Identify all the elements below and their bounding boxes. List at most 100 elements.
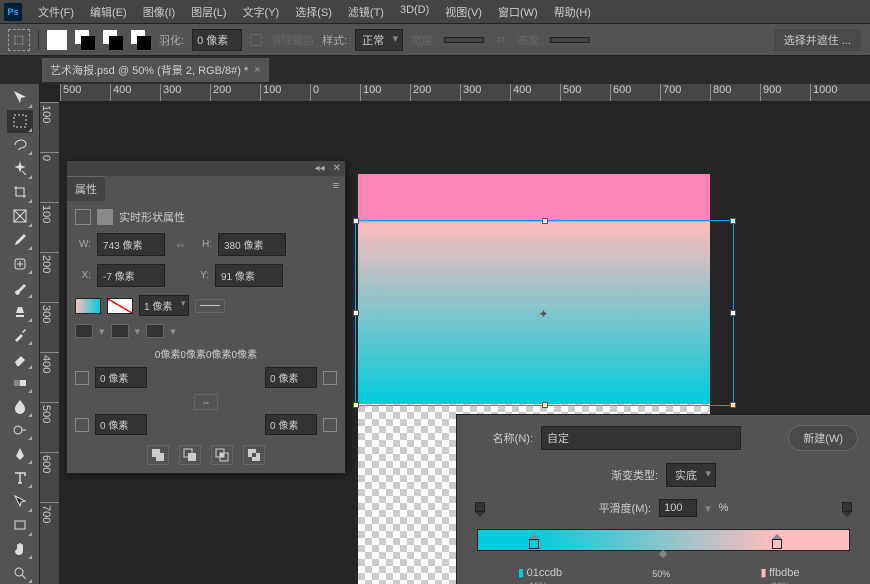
menu-bar: Ps 文件(F)编辑(E)图像(I)图层(L)文字(Y)选择(S)滤镜(T)3D…	[0, 0, 870, 24]
pen-tool[interactable]	[7, 442, 33, 465]
corner-br-icon[interactable]	[323, 418, 337, 432]
new-button[interactable]: 新建(W)	[788, 425, 858, 451]
corner-tr-icon[interactable]	[323, 371, 337, 385]
menu-图层[interactable]: 图层(L)	[183, 1, 234, 23]
close-panel-icon[interactable]: ✕	[333, 163, 341, 174]
midpoint-diamond[interactable]	[659, 550, 667, 558]
corner-tl-icon[interactable]	[75, 371, 89, 385]
stroke-style-select[interactable]	[195, 299, 225, 313]
smoothness-input[interactable]: 100	[659, 499, 697, 517]
history-brush-tool[interactable]	[7, 324, 33, 347]
corner-bl-icon[interactable]	[75, 418, 89, 432]
opacity-stop-left[interactable]	[475, 517, 485, 531]
marquee-tool[interactable]	[7, 110, 33, 133]
midpoint-percent: 50%	[652, 569, 670, 579]
pathop-subtract-icon[interactable]	[179, 445, 201, 465]
x-field[interactable]: -7 像素	[97, 264, 165, 287]
pathop-intersect-icon[interactable]	[211, 445, 233, 465]
corner-bl-field[interactable]: 0 像素	[95, 414, 147, 435]
menu-窗口[interactable]: 窗口(W)	[490, 1, 546, 23]
tool-preset-icon[interactable]: ⬚	[8, 29, 30, 51]
fill-swatch[interactable]	[75, 298, 101, 314]
menu-帮助[interactable]: 帮助(H)	[546, 1, 599, 23]
collapse-panel-icon[interactable]: ◂◂	[315, 163, 325, 174]
handle-mid-left[interactable]	[353, 310, 359, 316]
stroke-join-select[interactable]	[146, 324, 164, 338]
dodge-tool[interactable]	[7, 419, 33, 442]
corner-tl-field[interactable]: 0 像素	[95, 367, 147, 388]
width-label: 宽度:	[411, 32, 436, 48]
y-field[interactable]: 91 像素	[215, 264, 283, 287]
panel-menu-icon[interactable]: ≡	[327, 176, 345, 196]
name-input[interactable]: 自定	[541, 426, 741, 450]
crop-tool[interactable]	[7, 181, 33, 204]
path-selection-tool[interactable]	[7, 490, 33, 513]
frame-tool[interactable]	[7, 205, 33, 228]
blur-tool[interactable]	[7, 395, 33, 418]
tool-panel	[0, 84, 40, 584]
pathop-combine-icon[interactable]	[147, 445, 169, 465]
feather-input[interactable]: 0 像素	[192, 29, 242, 51]
magic-wand-tool[interactable]	[7, 157, 33, 180]
color-stop-1[interactable]	[529, 549, 539, 563]
corner-br-field[interactable]: 0 像素	[265, 414, 317, 435]
lasso-tool[interactable]	[7, 134, 33, 157]
handle-top-left[interactable]	[353, 218, 359, 224]
handle-bot-right[interactable]	[730, 402, 736, 408]
menu-选择[interactable]: 选择(S)	[287, 1, 340, 23]
properties-panel: ◂◂ ✕ 属性 ≡ 实时形状属性 W: 743 像素 ⇔ H: 380 像素	[66, 160, 346, 474]
menu-滤镜[interactable]: 滤镜(T)	[340, 1, 392, 23]
corner-tr-field[interactable]: 0 像素	[265, 367, 317, 388]
selection-subtract-icon[interactable]	[103, 30, 123, 50]
eraser-tool[interactable]	[7, 347, 33, 370]
height-field[interactable]: 380 像素	[218, 233, 286, 256]
type-tool[interactable]	[7, 466, 33, 489]
antialias-checkbox[interactable]	[250, 34, 262, 46]
stroke-width-select[interactable]: 1 像素	[139, 295, 189, 316]
ruler-vertical: 1000100200300400500600700	[40, 102, 60, 584]
handle-top-right[interactable]	[730, 218, 736, 224]
width-field[interactable]: 743 像素	[97, 233, 165, 256]
menu-文件[interactable]: 文件(F)	[30, 1, 82, 23]
stroke-align-select[interactable]	[75, 324, 93, 338]
style-select[interactable]: 正常	[355, 29, 403, 51]
gradient-tool[interactable]	[7, 371, 33, 394]
properties-tab[interactable]: 属性	[67, 176, 105, 201]
stroke-swatch[interactable]	[107, 298, 133, 314]
rectangle-tool[interactable]	[7, 514, 33, 537]
selection-add-icon[interactable]	[75, 30, 95, 50]
link-corners-icon[interactable]: ⇔	[194, 394, 218, 410]
link-wh-icon[interactable]: ⇔	[171, 239, 190, 251]
healing-brush-tool[interactable]	[7, 252, 33, 275]
gradient-bar[interactable]: ▮ 01ccdb 15% 50% ▮ ffbdbe 80%	[477, 529, 850, 551]
transform-bounds[interactable]: ✦	[355, 220, 734, 406]
menu-编辑[interactable]: 编辑(E)	[82, 1, 135, 23]
zoom-tool[interactable]	[7, 561, 33, 584]
stroke-cap-select[interactable]	[111, 324, 129, 338]
handle-bot-mid[interactable]	[542, 402, 548, 408]
document-tab-label: 艺术海报.psd @ 50% (背景 2, RGB/8#) *	[50, 62, 248, 78]
color-stop-2[interactable]	[772, 549, 782, 563]
selection-new-icon[interactable]	[47, 30, 67, 50]
handle-top-mid[interactable]	[542, 218, 548, 224]
swap-wh-icon: ⇄	[492, 33, 509, 46]
selection-intersect-icon[interactable]	[131, 30, 151, 50]
move-tool[interactable]	[7, 86, 33, 109]
handle-bot-left[interactable]	[353, 402, 359, 408]
select-and-mask-button[interactable]: 选择并遮住 ...	[773, 28, 862, 52]
eyedropper-tool[interactable]	[7, 229, 33, 252]
feather-label: 羽化:	[159, 32, 184, 48]
menu-视图[interactable]: 视图(V)	[437, 1, 490, 23]
brush-tool[interactable]	[7, 276, 33, 299]
menu-图像[interactable]: 图像(I)	[135, 1, 183, 23]
menu-文字[interactable]: 文字(Y)	[235, 1, 288, 23]
handle-mid-right[interactable]	[730, 310, 736, 316]
gradient-type-select[interactable]: 实底	[666, 463, 716, 487]
close-tab-icon[interactable]: ×	[254, 64, 260, 76]
document-tab[interactable]: 艺术海报.psd @ 50% (背景 2, RGB/8#) * ×	[42, 58, 269, 82]
opacity-stop-right[interactable]	[842, 517, 852, 531]
menu-3D[interactable]: 3D(D)	[392, 1, 437, 23]
clone-stamp-tool[interactable]	[7, 300, 33, 323]
pathop-exclude-icon[interactable]	[243, 445, 265, 465]
hand-tool[interactable]	[7, 538, 33, 561]
